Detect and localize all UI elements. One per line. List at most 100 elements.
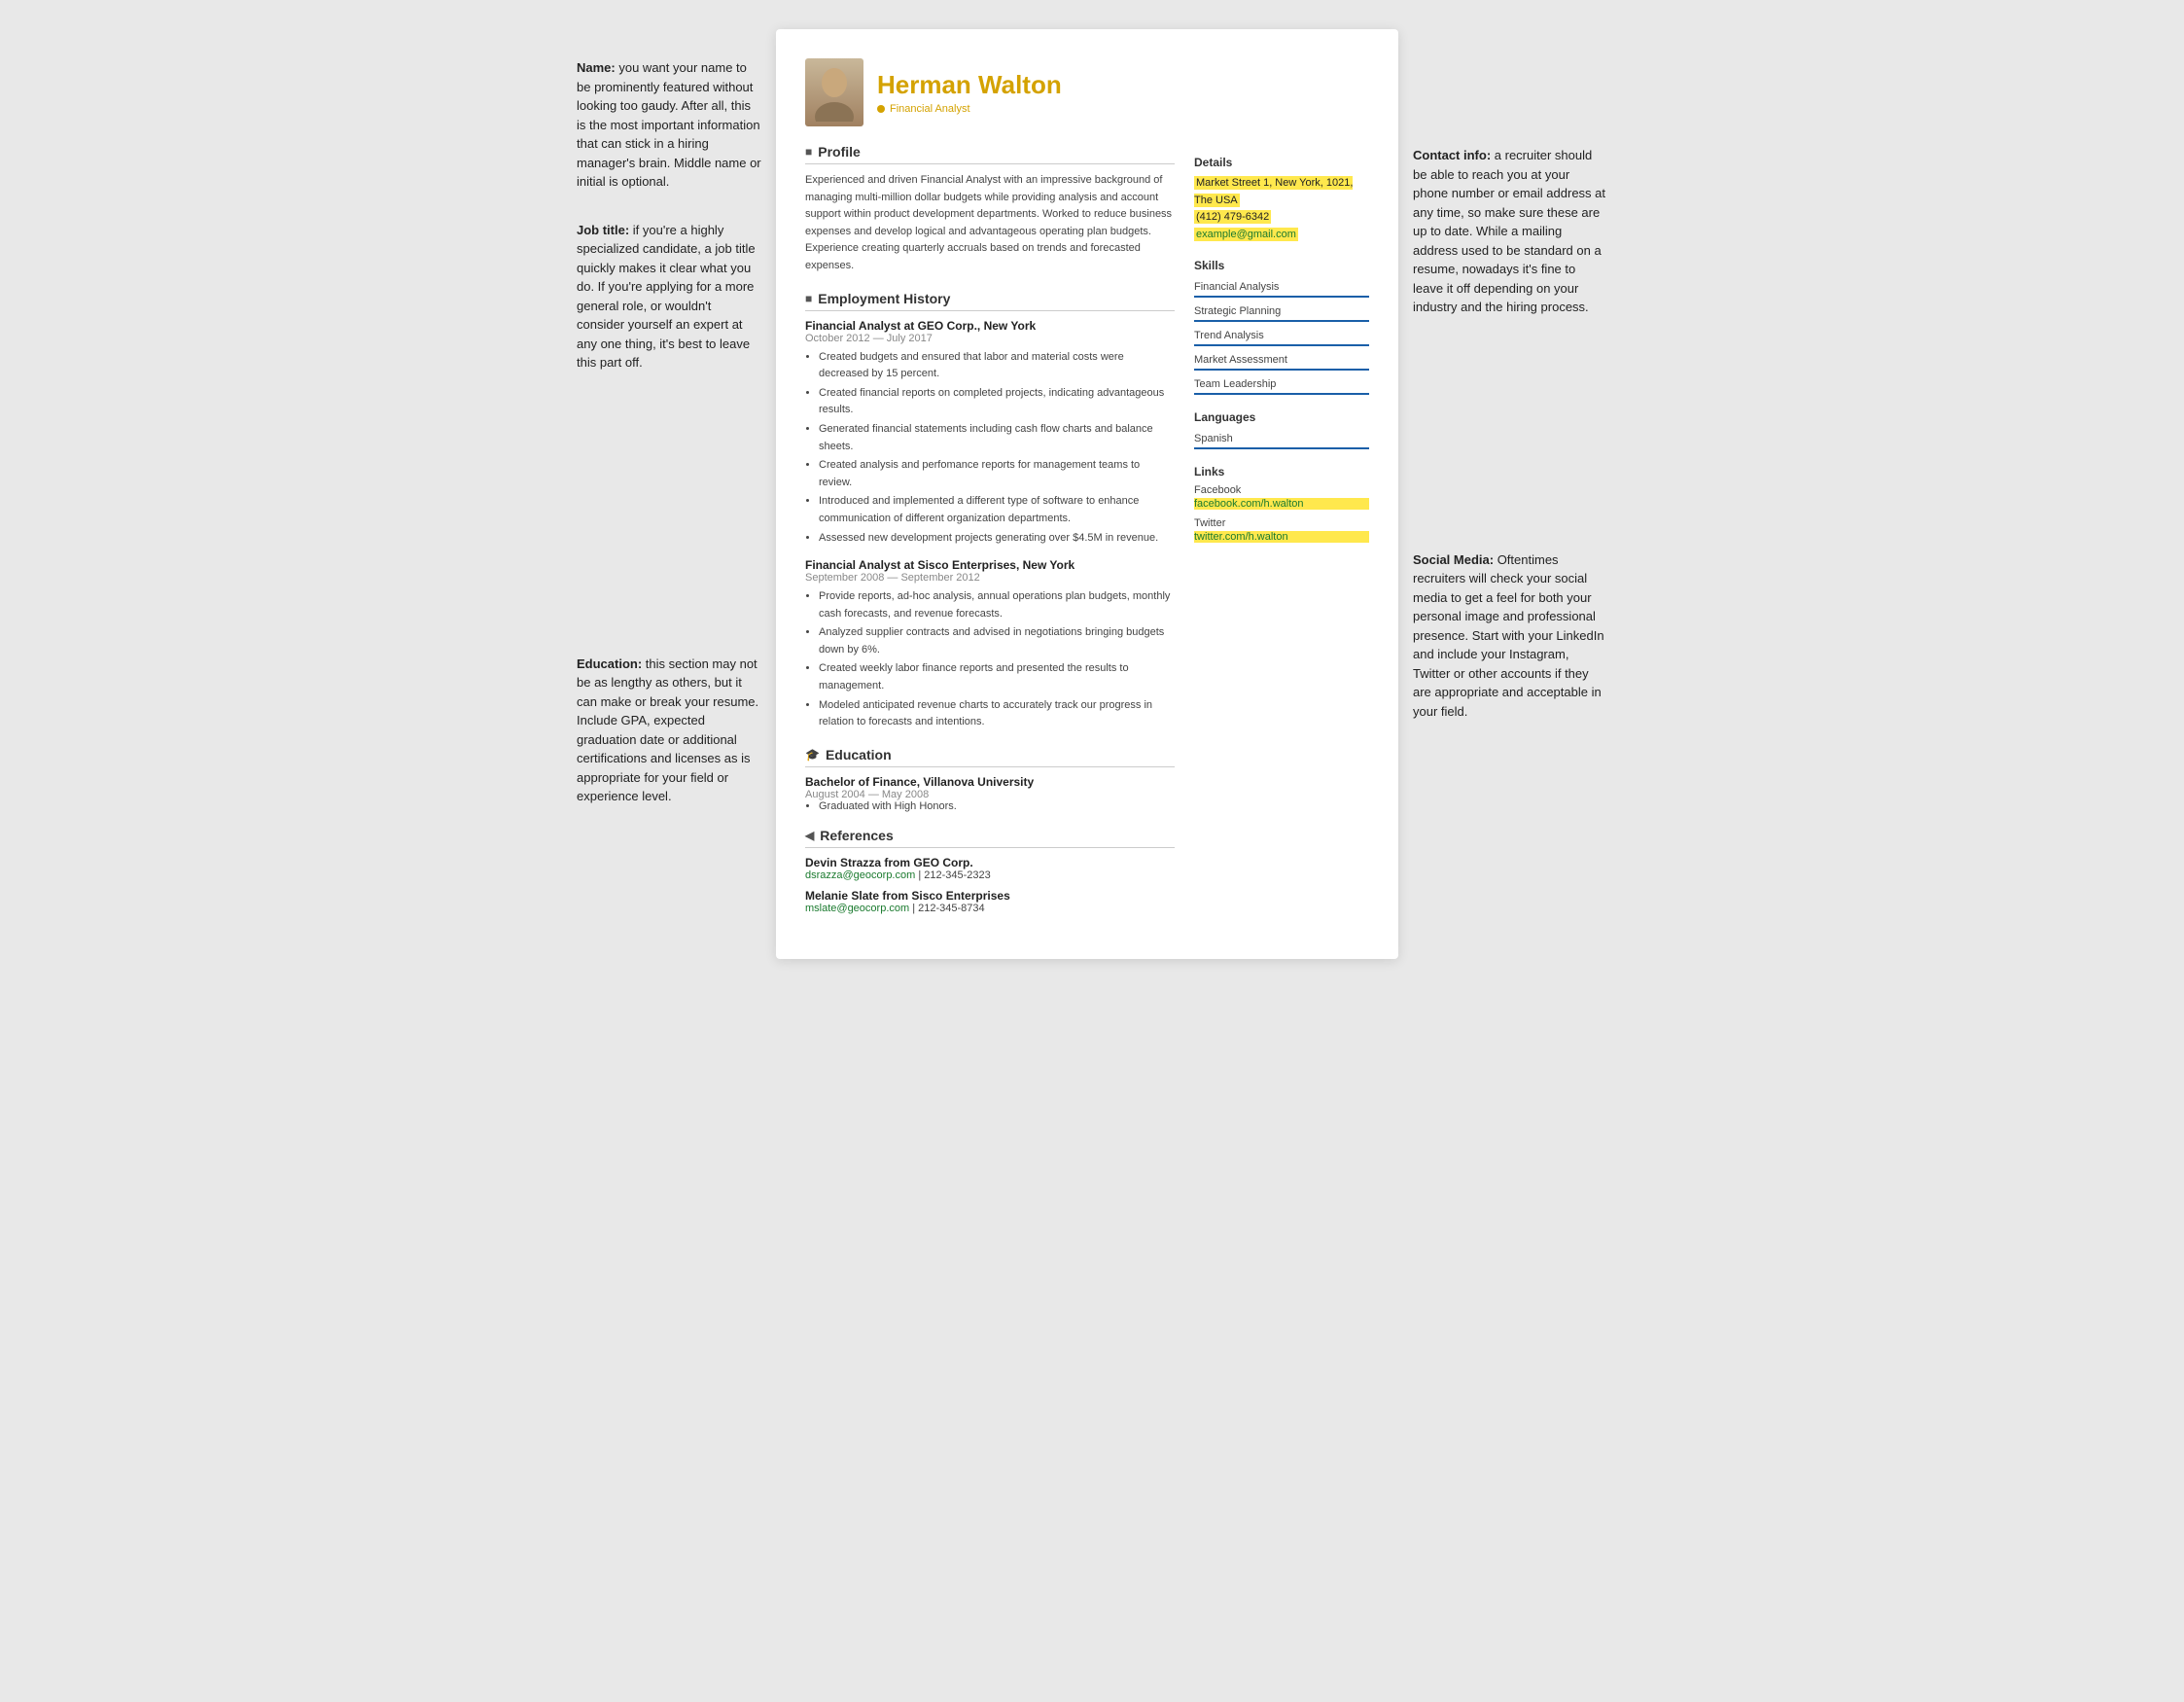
bullet-item: Introduced and implemented a different t… bbox=[819, 493, 1175, 527]
job-title-2: Financial Analyst at Sisco Enterprises, … bbox=[805, 558, 1175, 572]
employment-section: ■ Employment History Financial Analyst a… bbox=[805, 291, 1175, 731]
profile-text: Experienced and driven Financial Analyst… bbox=[805, 172, 1175, 275]
name-anno-text: you want your name to be prominently fea… bbox=[577, 60, 761, 189]
profile-section-title: ■ Profile bbox=[805, 144, 1175, 164]
email-highlighted: example@gmail.com bbox=[1194, 228, 1298, 241]
languages-section: Languages Spanish bbox=[1194, 410, 1369, 449]
job-dates-2: September 2008 — September 2012 bbox=[805, 572, 1175, 584]
contact-annotation: Contact info: a recruiter should be able… bbox=[1413, 146, 1607, 317]
ref-phone-2: 212-345-8734 bbox=[918, 903, 985, 914]
page-container: Name: you want your name to be prominent… bbox=[509, 29, 1675, 959]
name-annotation: Name: you want your name to be prominent… bbox=[577, 58, 761, 192]
bullet-item: Analyzed supplier contracts and advised … bbox=[819, 624, 1175, 658]
details-address: Market Street 1, New York, 1021, The USA bbox=[1194, 175, 1369, 209]
edu-dates: August 2004 — May 2008 bbox=[805, 789, 1175, 800]
skill-item-5: Team Leadership bbox=[1194, 375, 1369, 395]
education-annotation: Education: this section may not be as le… bbox=[577, 655, 761, 806]
education-section-title: 🎓 Education bbox=[805, 747, 1175, 767]
links-section: Links Facebook facebook.com/h.walton Twi… bbox=[1194, 465, 1369, 543]
job-anno-bold: Job title: bbox=[577, 223, 629, 237]
references-icon: ◀ bbox=[805, 829, 814, 842]
skill-item-2: Strategic Planning bbox=[1194, 302, 1369, 322]
skill-item-3: Trend Analysis bbox=[1194, 327, 1369, 346]
job-bullets-2: Provide reports, ad-hoc analysis, annual… bbox=[805, 588, 1175, 731]
edu-detail: Graduated with High Honors. bbox=[805, 800, 1175, 812]
bullet-item: Created analysis and perfomance reports … bbox=[819, 457, 1175, 491]
phone-highlighted: (412) 479-6342 bbox=[1194, 210, 1271, 224]
job-anno-text: if you're a highly specialized candidate… bbox=[577, 223, 756, 371]
bullet-item: Generated financial statements including… bbox=[819, 421, 1175, 455]
edu-detail-item: Graduated with High Honors. bbox=[819, 800, 1175, 812]
ref-email-1: dsrazza@geocorp.com bbox=[805, 869, 915, 881]
references-section: ◀ References Devin Strazza from GEO Corp… bbox=[805, 828, 1175, 914]
details-phone: (412) 479-6342 bbox=[1194, 209, 1369, 227]
edu-degree: Bachelor of Finance, Villanova Universit… bbox=[805, 775, 1175, 789]
link-url-2: twitter.com/h.walton bbox=[1194, 531, 1369, 543]
link-platform-2: Twitter bbox=[1194, 517, 1369, 529]
education-icon: 🎓 bbox=[805, 748, 820, 762]
job-bullets-1: Created budgets and ensured that labor a… bbox=[805, 349, 1175, 548]
resume-header: Herman Walton Financial Analyst bbox=[805, 58, 1369, 126]
profile-icon: ■ bbox=[805, 145, 812, 159]
resume-name: Herman Walton bbox=[877, 70, 1062, 100]
edu-anno-text: this section may not be as lengthy as ot… bbox=[577, 656, 758, 804]
links-section-title: Links bbox=[1194, 465, 1369, 479]
ref-contact-1: dsrazza@geocorp.com | 212-345-2323 bbox=[805, 869, 1175, 881]
link-url-1: facebook.com/h.walton bbox=[1194, 498, 1369, 510]
profile-section: ■ Profile Experienced and driven Financi… bbox=[805, 144, 1175, 275]
ref-contact-2: mslate@geocorp.com | 212-345-8734 bbox=[805, 903, 1175, 914]
edu-block-1: Bachelor of Finance, Villanova Universit… bbox=[805, 775, 1175, 812]
resume-right-column: Details Market Street 1, New York, 1021,… bbox=[1194, 144, 1369, 930]
skills-section: Skills Financial Analysis Strategic Plan… bbox=[1194, 259, 1369, 395]
resume-body: ■ Profile Experienced and driven Financi… bbox=[805, 144, 1369, 930]
bullet-item: Modeled anticipated revenue charts to ac… bbox=[819, 697, 1175, 731]
references-section-title: ◀ References bbox=[805, 828, 1175, 848]
ref-block-2: Melanie Slate from Sisco Enterprises msl… bbox=[805, 889, 1175, 914]
bullet-item: Assessed new development projects genera… bbox=[819, 530, 1175, 548]
ref-block-1: Devin Strazza from GEO Corp. dsrazza@geo… bbox=[805, 856, 1175, 881]
skill-item-4: Market Assessment bbox=[1194, 351, 1369, 371]
job-title-annotation: Job title: if you're a highly specialize… bbox=[577, 221, 761, 372]
language-item-1: Spanish bbox=[1194, 430, 1369, 449]
ref-phone-1: 212-345-2323 bbox=[924, 869, 991, 881]
resume-title: Financial Analyst bbox=[877, 103, 1062, 115]
ref-email-2: mslate@geocorp.com bbox=[805, 903, 909, 914]
ref-name-1: Devin Strazza from GEO Corp. bbox=[805, 856, 1175, 869]
ref-name-2: Melanie Slate from Sisco Enterprises bbox=[805, 889, 1175, 903]
references-label: References bbox=[820, 828, 894, 843]
languages-section-title: Languages bbox=[1194, 410, 1369, 424]
job-title-1: Financial Analyst at GEO Corp., New York bbox=[805, 319, 1175, 333]
job-block-1: Financial Analyst at GEO Corp., New York… bbox=[805, 319, 1175, 548]
education-label: Education bbox=[826, 747, 892, 762]
job-block-2: Financial Analyst at Sisco Enterprises, … bbox=[805, 558, 1175, 731]
bullet-item: Created weekly labor finance reports and… bbox=[819, 660, 1175, 694]
bullet-item: Created budgets and ensured that labor a… bbox=[819, 349, 1175, 383]
contact-anno-bold: Contact info: bbox=[1413, 148, 1491, 162]
address-highlighted: Market Street 1, New York, 1021, The USA bbox=[1194, 176, 1353, 207]
employment-section-title: ■ Employment History bbox=[805, 291, 1175, 311]
resume-left-column: ■ Profile Experienced and driven Financi… bbox=[805, 144, 1175, 930]
edu-anno-bold: Education: bbox=[577, 656, 642, 671]
profile-label: Profile bbox=[818, 144, 861, 160]
title-dot-icon bbox=[877, 105, 885, 113]
bullet-item: Created financial reports on completed p… bbox=[819, 385, 1175, 419]
left-annotations: Name: you want your name to be prominent… bbox=[562, 29, 776, 849]
education-section: 🎓 Education Bachelor of Finance, Villano… bbox=[805, 747, 1175, 812]
right-annotations: Contact info: a recruiter should be able… bbox=[1398, 29, 1622, 779]
details-email: example@gmail.com bbox=[1194, 227, 1369, 244]
header-name-block: Herman Walton Financial Analyst bbox=[877, 70, 1062, 114]
job-dates-1: October 2012 — July 2017 bbox=[805, 333, 1175, 344]
social-anno-text: Oftentimes recruiters will check your so… bbox=[1413, 552, 1604, 719]
name-anno-bold: Name: bbox=[577, 60, 616, 75]
bullet-item: Provide reports, ad-hoc analysis, annual… bbox=[819, 588, 1175, 622]
social-annotation: Social Media: Oftentimes recruiters will… bbox=[1413, 550, 1607, 722]
contact-anno-text: a recruiter should be able to reach you … bbox=[1413, 148, 1605, 314]
resume-card: Herman Walton Financial Analyst ■ Profil… bbox=[776, 29, 1398, 959]
skill-item-1: Financial Analysis bbox=[1194, 278, 1369, 298]
details-section: Details Market Street 1, New York, 1021,… bbox=[1194, 156, 1369, 243]
resume-title-text: Financial Analyst bbox=[890, 103, 970, 115]
social-anno-bold: Social Media: bbox=[1413, 552, 1494, 567]
skills-section-title: Skills bbox=[1194, 259, 1369, 272]
link-platform-1: Facebook bbox=[1194, 484, 1369, 496]
employment-icon: ■ bbox=[805, 292, 812, 305]
